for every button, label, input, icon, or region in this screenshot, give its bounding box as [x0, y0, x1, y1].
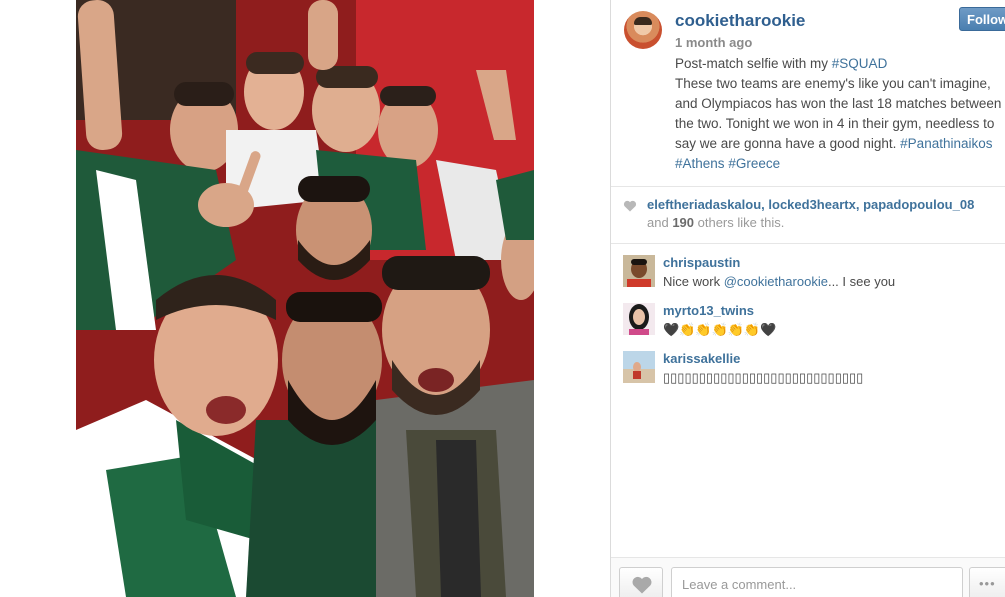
comment-item: karissakellie ▯▯▯▯▯▯▯▯▯▯▯▯▯▯▯▯▯▯▯▯▯▯▯▯▯▯…: [611, 341, 1005, 385]
likes-count[interactable]: 190: [672, 215, 694, 230]
commenter-avatar[interactable]: [623, 351, 655, 383]
hashtag-greece[interactable]: #Greece: [728, 156, 780, 171]
selfie-illustration: [76, 0, 534, 597]
comment-footer: •••: [611, 557, 1005, 597]
heart-icon: [632, 576, 652, 594]
likes-summary: and 190 others like this.: [647, 215, 785, 230]
hashtag-squad[interactable]: #SQUAD: [832, 56, 888, 71]
author-username[interactable]: cookietharookie: [675, 11, 805, 31]
commenter-username[interactable]: myrto13_twins: [663, 303, 754, 318]
caption-intro: Post-match selfie with my: [675, 56, 832, 71]
liker-link[interactable]: locked3heartx: [768, 197, 855, 212]
post-header: cookietharookie Follow 1 month ago Post-…: [611, 0, 1005, 186]
comment-input[interactable]: [671, 567, 963, 597]
hashtag-panathinaikos[interactable]: #Panathinaikos: [900, 136, 992, 151]
more-options-button[interactable]: •••: [969, 567, 1005, 597]
liker-link[interactable]: papadopoulou_08: [863, 197, 974, 212]
photo-pane: [0, 0, 610, 597]
post-photo[interactable]: [76, 0, 534, 597]
follow-button[interactable]: Follow: [959, 7, 1005, 31]
post-caption: Post-match selfie with my #SQUAD These t…: [675, 54, 1005, 174]
commenter-username[interactable]: karissakellie: [663, 351, 740, 366]
likers-list: eleftheriadaskalou, locked3heartx, papad…: [647, 197, 975, 212]
more-options-icon: •••: [979, 576, 996, 591]
comment-item: chrispaustin Nice work @cookietharookie.…: [611, 245, 1005, 289]
comment-text: Nice work @cookietharookie... I see you: [663, 274, 896, 289]
likes-divider: [611, 243, 1005, 244]
comment-item: myrto13_twins 🖤👏👏👏👏👏🖤: [611, 293, 1005, 337]
commenter-avatar[interactable]: [623, 255, 655, 287]
liker-link[interactable]: eleftheriadaskalou: [647, 197, 761, 212]
like-button[interactable]: [619, 567, 663, 597]
comment-text: ▯▯▯▯▯▯▯▯▯▯▯▯▯▯▯▯▯▯▯▯▯▯▯▯▯▯▯▯: [663, 370, 864, 385]
author-avatar[interactable]: [624, 11, 662, 49]
hashtag-athens[interactable]: #Athens: [675, 156, 725, 171]
post-info-pane: cookietharookie Follow 1 month ago Post-…: [611, 0, 1005, 597]
comment-text: 🖤👏👏👏👏👏🖤: [663, 322, 777, 337]
commenter-username[interactable]: chrispaustin: [663, 255, 740, 270]
commenter-avatar[interactable]: [623, 303, 655, 335]
heart-icon: [623, 200, 637, 212]
likes-section: eleftheriadaskalou, locked3heartx, papad…: [611, 187, 1005, 243]
post-timestamp[interactable]: 1 month ago: [675, 35, 752, 50]
mention-link[interactable]: @cookietharookie: [724, 274, 828, 289]
